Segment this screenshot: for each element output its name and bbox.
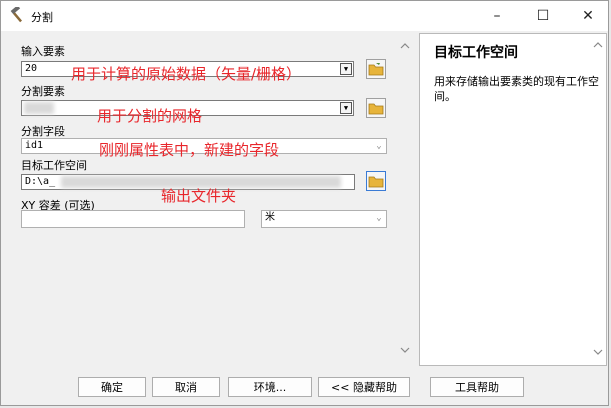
help-title: 目标工作空间 (434, 45, 518, 61)
help-scrollbar[interactable] (592, 38, 604, 363)
split-browse-button[interactable] (366, 98, 386, 118)
chevron-down-icon[interactable]: ⌄ (373, 212, 385, 224)
scroll-up-icon (400, 43, 410, 49)
xy-unit-combo[interactable]: 米 ⌄ (261, 210, 387, 228)
window-title: 分割 (31, 11, 53, 24)
folder-icon (368, 103, 384, 115)
input-features-value: 20 (25, 63, 38, 74)
split-field-label: 分割字段 (21, 125, 65, 138)
redacted-region (24, 102, 54, 114)
environments-button[interactable]: 环境... (228, 377, 312, 397)
workspace-browse-button[interactable] (366, 171, 386, 191)
target-workspace-value: D:\a_ (25, 176, 56, 187)
scroll-down-icon (593, 349, 603, 355)
help-body: 用来存储输出要素类的现有工作空间。 (434, 75, 599, 103)
hide-help-button[interactable]: << 隐藏帮助 (318, 377, 410, 397)
scroll-up-icon (593, 42, 603, 48)
button-bar: 确定 取消 环境... << 隐藏帮助 工具帮助 (1, 369, 608, 405)
split-annotation: 用于分割的网格 (97, 107, 203, 125)
input-browse-button[interactable] (366, 59, 386, 79)
cancel-button[interactable]: 取消 (152, 377, 220, 397)
folder-icon (368, 176, 384, 188)
maximize-icon: ☐ (536, 8, 550, 24)
folder-icon (368, 63, 384, 76)
input-annotation: 用于计算的原始数据（矢量/栅格） (71, 65, 302, 83)
help-panel: 目标工作空间 用来存储输出要素类的现有工作空间。 (419, 33, 607, 366)
target-workspace-label: 目标工作空间 (21, 159, 87, 172)
chevron-down-icon[interactable]: ▼ (340, 102, 352, 114)
xy-tolerance-input[interactable] (21, 210, 245, 228)
input-features-label: 输入要素 (21, 45, 65, 58)
chevron-down-icon[interactable]: ⌄ (373, 140, 385, 152)
minimize-icon: – (493, 8, 501, 24)
minimize-button[interactable]: – (475, 1, 519, 31)
chevron-down-icon[interactable]: ▼ (340, 63, 352, 75)
close-icon: ✕ (582, 8, 594, 24)
parameters-scrollbar[interactable] (398, 35, 412, 365)
split-features-label: 分割要素 (21, 85, 65, 98)
field-annotation: 刚刚属性表中，新建的字段 (99, 141, 280, 159)
title-bar: 分割 – ☐ ✕ (1, 1, 608, 31)
close-button[interactable]: ✕ (566, 1, 610, 31)
tool-help-button[interactable]: 工具帮助 (430, 377, 524, 397)
ok-button[interactable]: 确定 (78, 377, 146, 397)
split-field-value: id1 (25, 140, 44, 151)
parameters-panel: 输入要素 20 ▼ 用于计算的原始数据（矢量/栅格） 分割要素 ▼ 用于分割的网… (11, 35, 416, 365)
workspace-annotation: 输出文件夹 (161, 187, 237, 205)
scroll-down-icon (400, 347, 410, 353)
maximize-button[interactable]: ☐ (521, 1, 565, 31)
split-dialog: 分割 – ☐ ✕ 输入要素 20 ▼ 用于计算的原始数据（矢量/栅格） 分割要素 (0, 0, 609, 406)
xy-unit-value: 米 (265, 212, 275, 223)
hammer-icon (10, 7, 23, 23)
